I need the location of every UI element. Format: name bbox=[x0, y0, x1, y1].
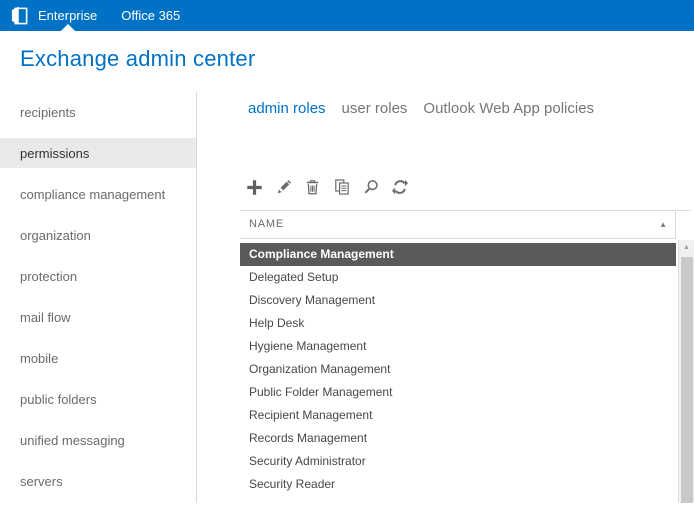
sidebar-item-recipients[interactable]: recipients bbox=[0, 97, 196, 127]
scroll-up-button[interactable]: ▲ bbox=[679, 240, 694, 256]
tab-user-roles[interactable]: user roles bbox=[342, 100, 408, 117]
content-tabs: admin roles user roles Outlook Web App p… bbox=[248, 100, 594, 117]
list-item[interactable]: Security Administrator bbox=[240, 450, 676, 473]
header-border-extension bbox=[677, 210, 691, 211]
sidebar-item-mail-flow[interactable]: mail flow bbox=[0, 302, 196, 332]
list-item[interactable]: Organization Management bbox=[240, 358, 676, 381]
list-item[interactable]: Security Reader bbox=[240, 473, 676, 496]
add-button[interactable] bbox=[245, 177, 264, 197]
sidebar-nav: recipients permissions compliance manage… bbox=[0, 97, 196, 507]
delete-icon bbox=[305, 179, 320, 195]
office-logo-icon bbox=[10, 5, 29, 26]
refresh-button[interactable] bbox=[390, 177, 409, 197]
sidebar-item-unified-messaging[interactable]: unified messaging bbox=[0, 425, 196, 455]
sidebar-item-organization[interactable]: organization bbox=[0, 220, 196, 250]
list-item[interactable]: Help Desk bbox=[240, 312, 676, 335]
selected-tab-notch bbox=[61, 24, 75, 31]
column-header-name[interactable]: NAME bbox=[249, 211, 284, 238]
list-item[interactable]: Hygiene Management bbox=[240, 335, 676, 358]
list-item[interactable]: Records Management bbox=[240, 427, 676, 450]
list-item[interactable]: Compliance Management bbox=[240, 243, 676, 266]
refresh-icon bbox=[392, 179, 408, 195]
search-button[interactable] bbox=[361, 177, 380, 197]
tab-admin-roles[interactable]: admin roles bbox=[248, 100, 326, 117]
edit-icon bbox=[276, 179, 292, 195]
sidebar-item-compliance-management[interactable]: compliance management bbox=[0, 179, 196, 209]
sort-ascending-icon[interactable]: ▲ bbox=[659, 211, 667, 238]
sidebar-item-servers[interactable]: servers bbox=[0, 466, 196, 496]
tab-owa-policies[interactable]: Outlook Web App policies bbox=[423, 100, 594, 117]
scrollbar-thumb[interactable] bbox=[681, 257, 693, 503]
copy-button[interactable] bbox=[332, 177, 351, 197]
sidebar-item-protection[interactable]: protection bbox=[0, 261, 196, 291]
top-nav-office365[interactable]: Office 365 bbox=[121, 8, 180, 23]
copy-icon bbox=[334, 179, 350, 195]
delete-button[interactable] bbox=[303, 177, 322, 197]
sidebar-item-permissions[interactable]: permissions bbox=[0, 138, 196, 168]
top-bar: Enterprise Office 365 bbox=[0, 0, 694, 31]
top-nav: Enterprise Office 365 bbox=[38, 0, 180, 31]
top-nav-enterprise[interactable]: Enterprise bbox=[38, 8, 97, 23]
list-item[interactable]: Recipient Management bbox=[240, 404, 676, 427]
search-icon bbox=[363, 179, 379, 195]
vertical-scrollbar[interactable]: ▲ bbox=[678, 240, 694, 503]
roles-toolbar bbox=[245, 177, 409, 197]
page-title: Exchange admin center bbox=[20, 46, 255, 72]
list-item[interactable]: Public Folder Management bbox=[240, 381, 676, 404]
edit-button[interactable] bbox=[274, 177, 293, 197]
list-item[interactable]: Delegated Setup bbox=[240, 266, 676, 289]
sidebar-divider bbox=[196, 92, 197, 503]
admin-roles-list: Compliance Management Delegated Setup Di… bbox=[240, 243, 676, 496]
add-icon bbox=[246, 179, 263, 196]
sidebar-item-mobile[interactable]: mobile bbox=[0, 343, 196, 373]
list-item[interactable]: Discovery Management bbox=[240, 289, 676, 312]
table-header[interactable]: NAME ▲ bbox=[240, 210, 676, 239]
sidebar-item-public-folders[interactable]: public folders bbox=[0, 384, 196, 414]
